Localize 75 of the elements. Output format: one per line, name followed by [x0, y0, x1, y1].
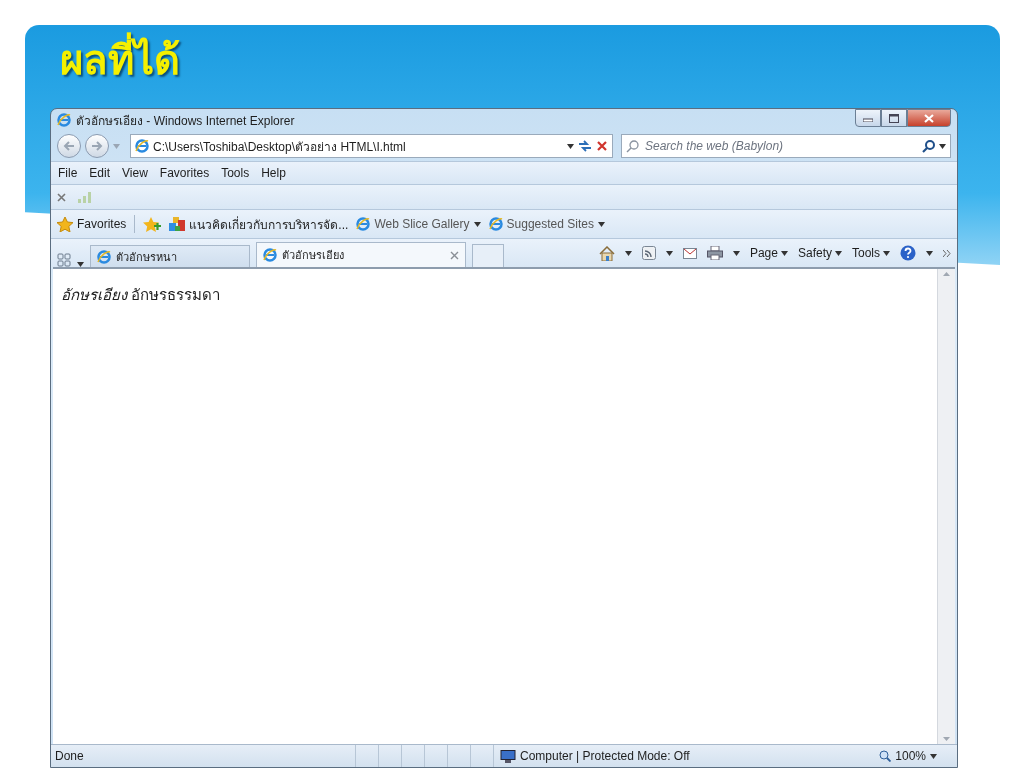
window-title: ตัวอักษรเอียง - Windows Internet Explorer	[76, 112, 295, 130]
menu-item[interactable]: Help	[260, 164, 287, 182]
caret-icon	[926, 250, 933, 256]
security-zone-text: Computer | Protected Mode: Off	[520, 749, 690, 763]
browser-logo-icon	[57, 113, 71, 127]
caret-icon	[939, 143, 946, 149]
browser-tab[interactable]: ตัวอักษรหนา	[90, 245, 250, 267]
caret-icon	[883, 250, 890, 256]
caret-icon	[624, 250, 632, 256]
favorites-button[interactable]: Favorites	[57, 216, 127, 232]
minimize-button[interactable]	[855, 109, 881, 127]
page-text: อักษรเอียง อักษรธรรมดา	[60, 285, 222, 305]
scroll-down-icon	[943, 737, 950, 741]
forward-button[interactable]	[85, 134, 109, 158]
vertical-scrollbar[interactable]	[937, 269, 955, 744]
page-icon	[135, 139, 149, 153]
favorite-link[interactable]: Suggested Sites	[506, 217, 594, 231]
chevron-icon[interactable]	[943, 249, 951, 257]
command-menu-button[interactable]: Page	[749, 246, 788, 260]
menu-item[interactable]: Edit	[88, 164, 112, 182]
address-field[interactable]: C:\Users\Toshiba\Desktop\ตัวอย่าง HTML\I.html	[130, 134, 613, 158]
menu-item[interactable]: Tools	[220, 164, 251, 182]
back-arrow-icon	[63, 141, 75, 151]
magnifier-icon	[879, 750, 892, 762]
caret-icon	[930, 753, 937, 759]
close-button[interactable]	[907, 109, 951, 127]
help-icon[interactable]	[900, 245, 916, 261]
colored-squares-icon	[169, 216, 186, 232]
stop-icon[interactable]	[596, 140, 608, 152]
caret-icon	[780, 250, 788, 256]
zoom-level[interactable]: 100%	[895, 749, 926, 763]
add-favorite-icon[interactable]	[143, 216, 162, 232]
menu-item[interactable]: File	[57, 164, 79, 182]
printer-icon[interactable]	[706, 246, 723, 260]
refresh-icon[interactable]	[578, 140, 592, 152]
search-box[interactable]: Search the web (Babylon)	[621, 134, 951, 158]
maximize-icon	[889, 113, 899, 123]
menu-item[interactable]: Favorites	[158, 164, 211, 182]
feed-icon[interactable]	[641, 246, 656, 260]
close-toolbar-icon[interactable]	[57, 192, 66, 202]
tab-close-icon[interactable]	[450, 250, 459, 260]
dropdown-caret-icon[interactable]	[567, 143, 574, 149]
monitor-icon	[500, 749, 516, 763]
maximize-button[interactable]	[881, 109, 907, 127]
caret-icon	[835, 250, 842, 256]
menu-item[interactable]: View	[121, 164, 149, 182]
forward-arrow-icon	[91, 141, 103, 151]
browser-tab[interactable]: ตัวอักษรเอียง	[256, 242, 466, 267]
browser-logo-icon	[488, 217, 503, 231]
caret-icon	[597, 221, 605, 227]
mail-icon[interactable]	[682, 247, 697, 259]
caret-icon	[732, 250, 740, 256]
address-text: C:\Users\Toshiba\Desktop\ตัวอย่าง HTML\I.html	[153, 138, 407, 156]
search-icon	[626, 139, 639, 153]
favorite-link[interactable]: Web Slice Gallery	[374, 217, 470, 231]
scroll-up-icon	[943, 272, 950, 276]
home-icon[interactable]	[598, 245, 615, 261]
slide-title: ผลที่ได้	[60, 28, 180, 92]
command-menu-button[interactable]: Safety	[797, 246, 842, 260]
status-text: Done	[55, 749, 85, 763]
caret-icon	[473, 221, 481, 227]
browser-logo-icon	[263, 248, 277, 262]
search-button-icon[interactable]	[922, 139, 935, 153]
close-icon	[924, 113, 934, 123]
browser-logo-icon	[356, 217, 371, 231]
signal-bars-icon	[78, 191, 92, 203]
favorites-label: Favorites	[77, 217, 127, 231]
caret-icon	[665, 250, 673, 256]
browser-logo-icon	[97, 249, 111, 264]
star-icon	[57, 216, 73, 232]
favorite-link[interactable]: แนวคิดเกี่ยวกับการบริหารจัด...	[189, 214, 349, 234]
command-menu-button[interactable]: Tools	[852, 246, 890, 260]
quick-tabs-icon[interactable]	[57, 253, 71, 267]
back-button[interactable]	[57, 134, 81, 158]
search-field[interactable]: Search the web (Babylon)	[643, 138, 918, 154]
